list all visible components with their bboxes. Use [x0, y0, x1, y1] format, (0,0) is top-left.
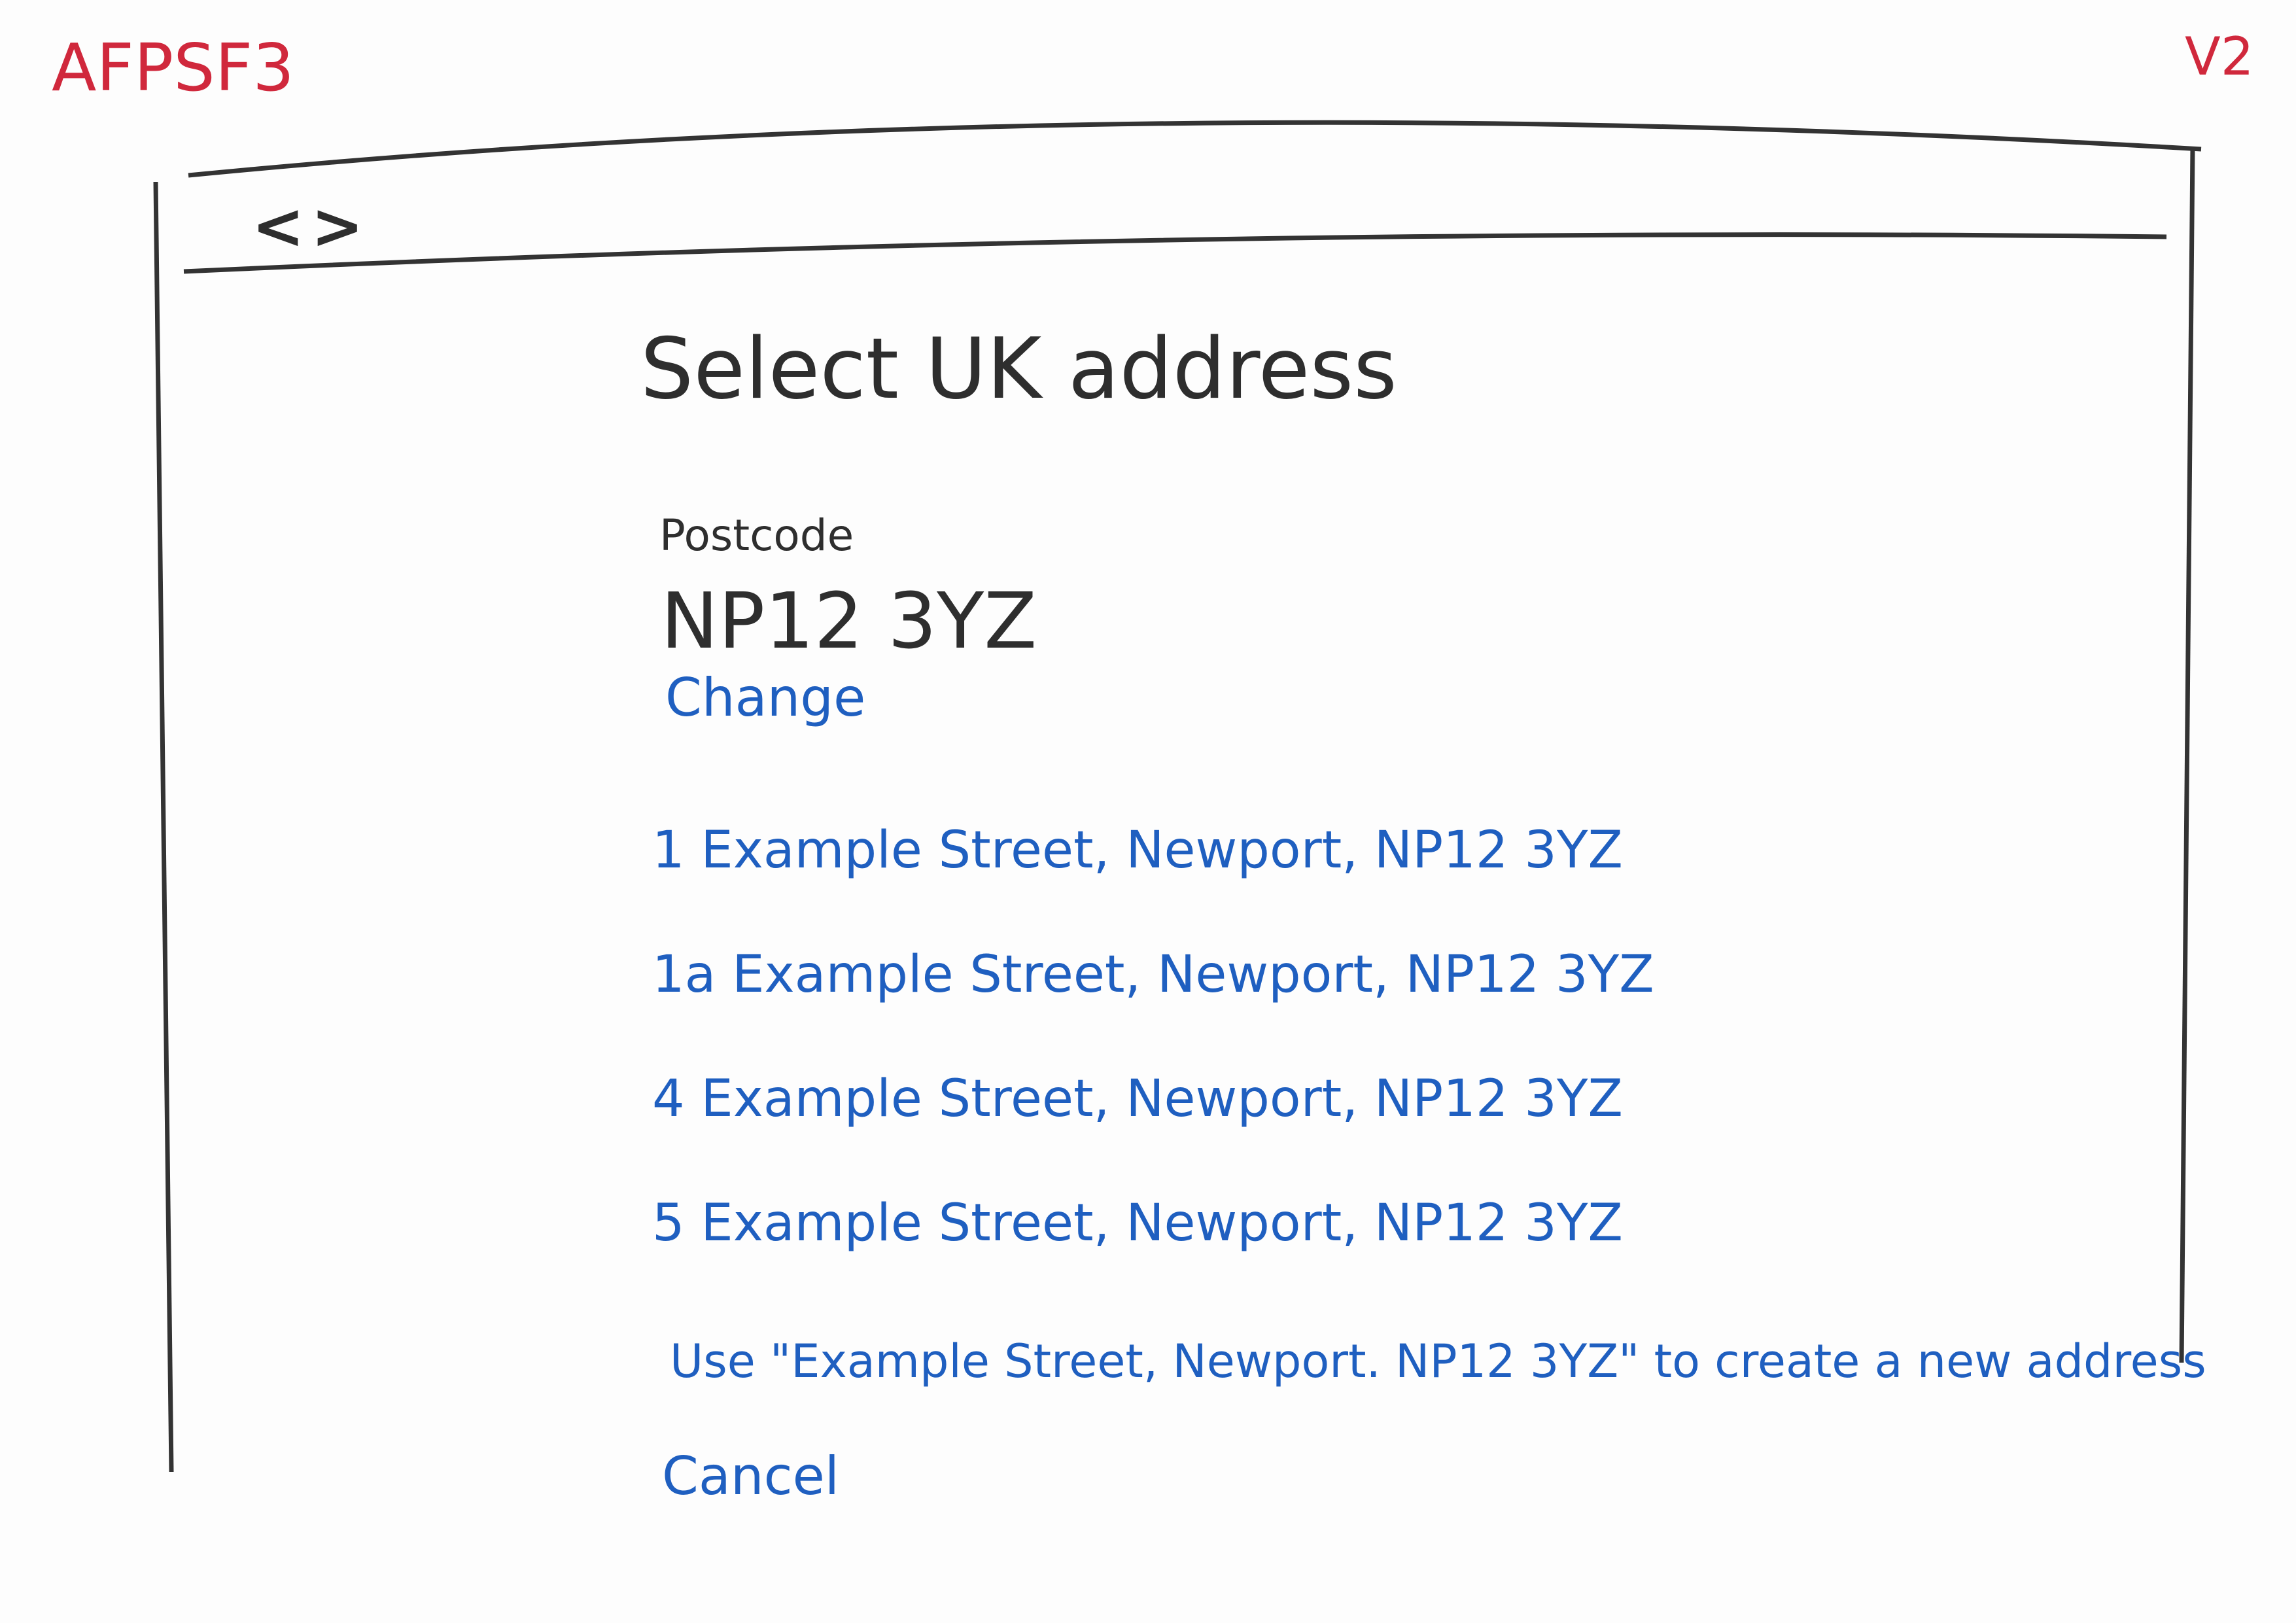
page-title: Select UK address	[640, 321, 1397, 418]
cancel-link[interactable]: Cancel	[662, 1446, 839, 1507]
screen-id-annotation: AFPSF3	[52, 29, 294, 106]
address-option[interactable]: 1a Example Street, Newport, NP12 3YZ	[652, 945, 1654, 1004]
change-postcode-link[interactable]: Change	[665, 667, 865, 728]
create-new-address-link[interactable]: Use "Example Street, Newport. NP12 3YZ" …	[670, 1335, 2206, 1388]
address-option[interactable]: 4 Example Street, Newport, NP12 3YZ	[652, 1070, 1623, 1128]
version-annotation: V2	[2185, 26, 2254, 87]
postcode-value: NP12 3YZ	[661, 576, 1037, 666]
address-option[interactable]: 5 Example Street, Newport, NP12 3YZ	[652, 1194, 1623, 1253]
postcode-label: Postcode	[659, 510, 854, 561]
address-option[interactable]: 1 Example Street, Newport, NP12 3YZ	[652, 821, 1623, 880]
back-forward-icon[interactable]: <>	[252, 190, 370, 263]
